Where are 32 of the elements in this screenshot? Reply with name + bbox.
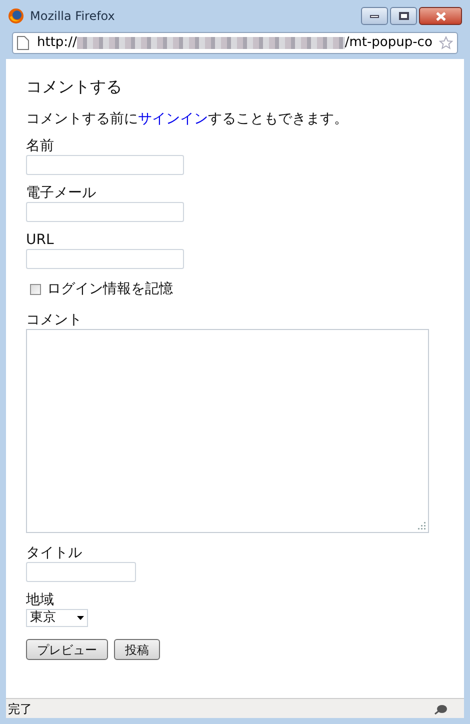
close-button[interactable] [419, 7, 462, 25]
sign-in-link[interactable]: サインイン [138, 111, 208, 127]
field-label: URL [26, 232, 54, 249]
field-label: 地域 [26, 592, 54, 609]
resize-grip-icon[interactable] [418, 522, 426, 530]
form-button[interactable]: プレビュー [26, 639, 108, 660]
dropdown-caret-icon [77, 616, 84, 620]
field-label: コメント [26, 312, 82, 329]
text-field[interactable] [26, 155, 184, 175]
checkbox[interactable] [30, 284, 41, 295]
text-field[interactable] [26, 202, 184, 222]
url-text: /mt-popup-co [344, 34, 432, 52]
intro-text: コメントする前にサインインすることもできます。 [26, 110, 348, 129]
text-field[interactable] [26, 249, 184, 269]
address-bar[interactable]: http:// /mt-popup-co [12, 32, 458, 54]
field-label: 電子メール [26, 185, 96, 202]
form-button[interactable]: 投稿 [114, 639, 160, 660]
page-heading: コメントする [26, 76, 122, 98]
status-text: 完了 [8, 700, 32, 718]
minimize-button[interactable] [361, 7, 388, 25]
region-select[interactable]: 東京 [26, 609, 88, 627]
maximize-button[interactable] [390, 7, 417, 25]
star-icon[interactable] [439, 36, 453, 50]
close-icon [436, 12, 446, 20]
page-icon [17, 36, 29, 50]
url-text: http:// [37, 34, 77, 52]
checkbox-label: ログイン情報を記憶 [47, 280, 173, 299]
browser-logo-icon [8, 8, 24, 24]
window-title: Mozilla Firefox [30, 8, 115, 25]
field-label: 名前 [26, 138, 54, 155]
field-label: タイトル [26, 545, 82, 562]
text-field[interactable] [26, 562, 136, 582]
